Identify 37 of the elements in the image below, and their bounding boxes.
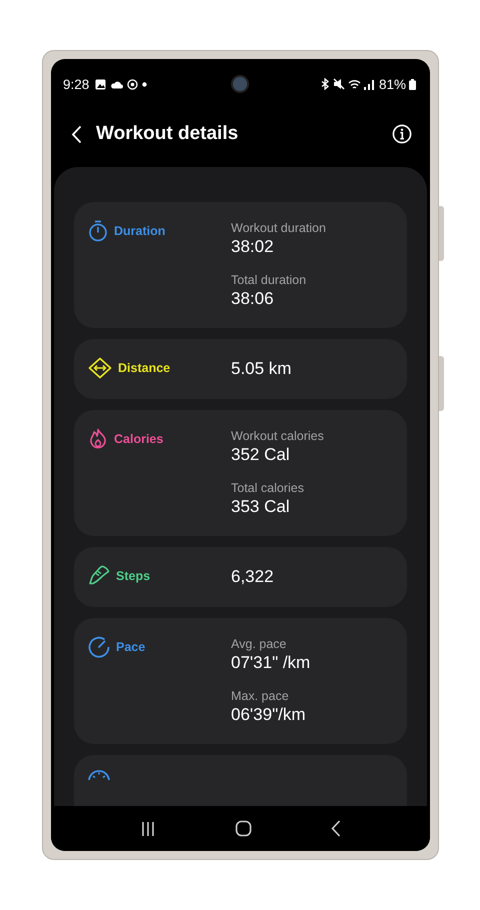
metric-value: 38:06 [231, 288, 275, 310]
mute-icon [332, 78, 345, 90]
info-icon [392, 124, 412, 144]
metric-label: Workout duration [231, 220, 326, 236]
cloud-icon [110, 80, 124, 88]
metric-value: 5.05 km [231, 358, 292, 380]
metric-title: Steps [116, 568, 150, 585]
clock-time: 9:28 [63, 76, 90, 92]
metric-value: 6,322 [231, 566, 274, 588]
metric-value: 38:02 [231, 236, 275, 258]
back-icon [71, 124, 82, 144]
metric-value: 352 Cal [231, 444, 291, 466]
metric-title: Pace [116, 639, 146, 656]
recent-apps-icon[interactable] [140, 820, 156, 836]
metric-label: Total calories [231, 480, 305, 496]
metric-title: Distance [118, 360, 170, 377]
metric-value: 06'39"/km [231, 704, 306, 726]
gallery-icon [95, 78, 106, 90]
home-icon[interactable] [234, 820, 252, 837]
metric-label: Workout calories [231, 428, 324, 444]
wifi-icon [348, 78, 361, 90]
battery-percent: 81% [378, 76, 406, 92]
bluetooth-icon [320, 78, 330, 90]
metric-value: 07'31" /km [231, 652, 310, 674]
metric-title: Duration [114, 223, 166, 240]
back-icon[interactable] [330, 820, 341, 837]
metric-title: Calories [114, 431, 164, 448]
page-title: Workout details [96, 123, 240, 145]
metric-label: Avg. pace [231, 636, 288, 652]
signal-icon [364, 78, 374, 90]
metric-label: Max. pace [231, 688, 290, 704]
dot-icon [142, 82, 148, 86]
target-icon [127, 78, 138, 90]
battery-icon [409, 78, 416, 90]
metric-value: 353 Cal [231, 496, 291, 518]
metric-label: Total duration [231, 272, 308, 288]
camera-cutout [230, 75, 248, 93]
